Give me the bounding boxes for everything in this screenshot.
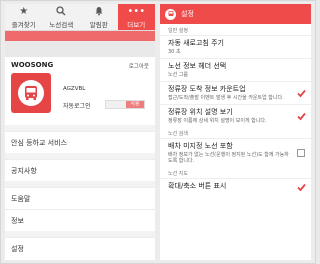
more-screen: ★ 즐겨찾기 노선검색 알림판 ••• 더보기 WOOSONG 로그아웃 AGZ… <box>5 4 155 260</box>
setting-stop-location[interactable]: 정류장 위치 설명 보기 정류장 이름에 상세 위치 설명이 보이게 합니다. <box>160 104 311 127</box>
setting-subtitle: 30 초 <box>168 49 181 55</box>
app-logo-icon <box>165 8 176 20</box>
setting-zoom-buttons[interactable]: 확대/축소 버튼 표시 <box>160 178 311 194</box>
tab-route-search[interactable]: 노선검색 <box>43 4 81 30</box>
setting-subtitle: 정류장 이름에 상세 위치 설명이 보이게 합니다. <box>168 118 267 124</box>
menu-item-info[interactable]: 정보 <box>5 209 155 231</box>
setting-title: 자동 새로고침 주기 <box>168 39 224 47</box>
section-spacer <box>5 41 155 57</box>
setting-title: 배차 미지정 노선 포함 <box>168 142 233 150</box>
setting-title: 정류장 도착 정보 카운트업 <box>168 85 246 93</box>
profile-card: WOOSONG 로그아웃 AGZVBL 자동로그인 사용 <box>5 57 155 125</box>
tab-label: 알림판 <box>89 21 108 29</box>
page-title: 설정 <box>181 10 194 18</box>
tab-notice-board[interactable]: 알림판 <box>80 4 118 30</box>
tab-label: 노선검색 <box>49 21 74 29</box>
section-header-route-search: 노선 검색 <box>168 131 188 137</box>
more-menu: 안심 등하교 서비스 공지사항 도움말 정보 설정 <box>5 125 155 259</box>
profile-id: AGZVBL <box>63 86 86 92</box>
logout-link[interactable]: 로그아웃 <box>129 62 149 70</box>
section-header-route-map: 노선 지도 <box>168 171 188 177</box>
tab-more[interactable]: ••• 더보기 <box>117 4 155 30</box>
setting-title: 정류장 위치 설명 보기 <box>168 108 233 116</box>
settings-screen: 설정 일반 설정 자동 새로고침 주기 30 초 노선 정보 헤더 선택 노선 … <box>160 4 311 260</box>
menu-item-help[interactable]: 도움말 <box>5 187 155 209</box>
settings-header: 설정 <box>160 4 311 24</box>
setting-subtitle: 노선 그룹 <box>168 72 188 78</box>
more-icon: ••• <box>127 6 146 17</box>
tab-label: 더보기 <box>127 21 146 29</box>
settings-list: 일반 설정 자동 새로고침 주기 30 초 노선 정보 헤더 선택 노선 그룹 … <box>160 24 311 194</box>
bus-icon <box>18 80 44 106</box>
menu-item-notices[interactable]: 공지사항 <box>5 159 155 181</box>
checkbox-checked-icon[interactable] <box>297 89 306 98</box>
checkbox-checked-icon[interactable] <box>297 112 306 121</box>
setting-subtitle: 배차 정보가 없는 노선(운행이 정지된 노선)도 함께 가능하도록 합니다. <box>168 152 289 164</box>
checkbox-checked-icon[interactable] <box>297 183 306 191</box>
autologin-toggle-value: 사용 <box>126 101 144 108</box>
checkbox-unchecked-icon[interactable] <box>297 149 305 157</box>
search-icon <box>56 6 66 18</box>
header-strip <box>5 31 155 41</box>
autologin-toggle[interactable]: 사용 <box>105 100 145 109</box>
star-icon: ★ <box>19 6 29 17</box>
avatar <box>11 73 51 113</box>
menu-item-settings[interactable]: 설정 <box>5 237 155 259</box>
setting-include-unscheduled[interactable]: 배차 미지정 노선 포함 배차 정보가 없는 노선(운행이 정지된 노선)도 함… <box>160 138 311 167</box>
setting-refresh-interval[interactable]: 자동 새로고침 주기 30 초 <box>160 35 311 58</box>
menu-item-safe-school[interactable]: 안심 등하교 서비스 <box>5 131 155 153</box>
setting-title: 확대/축소 버튼 표시 <box>168 182 227 190</box>
setting-title: 노선 정보 헤더 선택 <box>168 62 227 70</box>
setting-arrival-countup[interactable]: 정류장 도착 정보 카운트업 접근/도착/출발 이벤트 발생 후 시간을 카운트… <box>160 81 311 104</box>
profile-name: WOOSONG <box>11 61 54 69</box>
tab-label: 즐겨찾기 <box>11 21 36 29</box>
tab-favorites[interactable]: ★ 즐겨찾기 <box>5 4 43 30</box>
autologin-label: 자동로그인 <box>63 103 91 110</box>
bottom-tab-bar: ★ 즐겨찾기 노선검색 알림판 ••• 더보기 <box>5 4 155 31</box>
setting-route-header[interactable]: 노선 정보 헤더 선택 노선 그룹 <box>160 58 311 81</box>
section-header-general: 일반 설정 <box>168 28 188 34</box>
setting-subtitle: 접근/도착/출발 이벤트 발생 후 시간을 카운트업 합니다. <box>168 95 284 101</box>
bell-icon <box>94 6 104 18</box>
